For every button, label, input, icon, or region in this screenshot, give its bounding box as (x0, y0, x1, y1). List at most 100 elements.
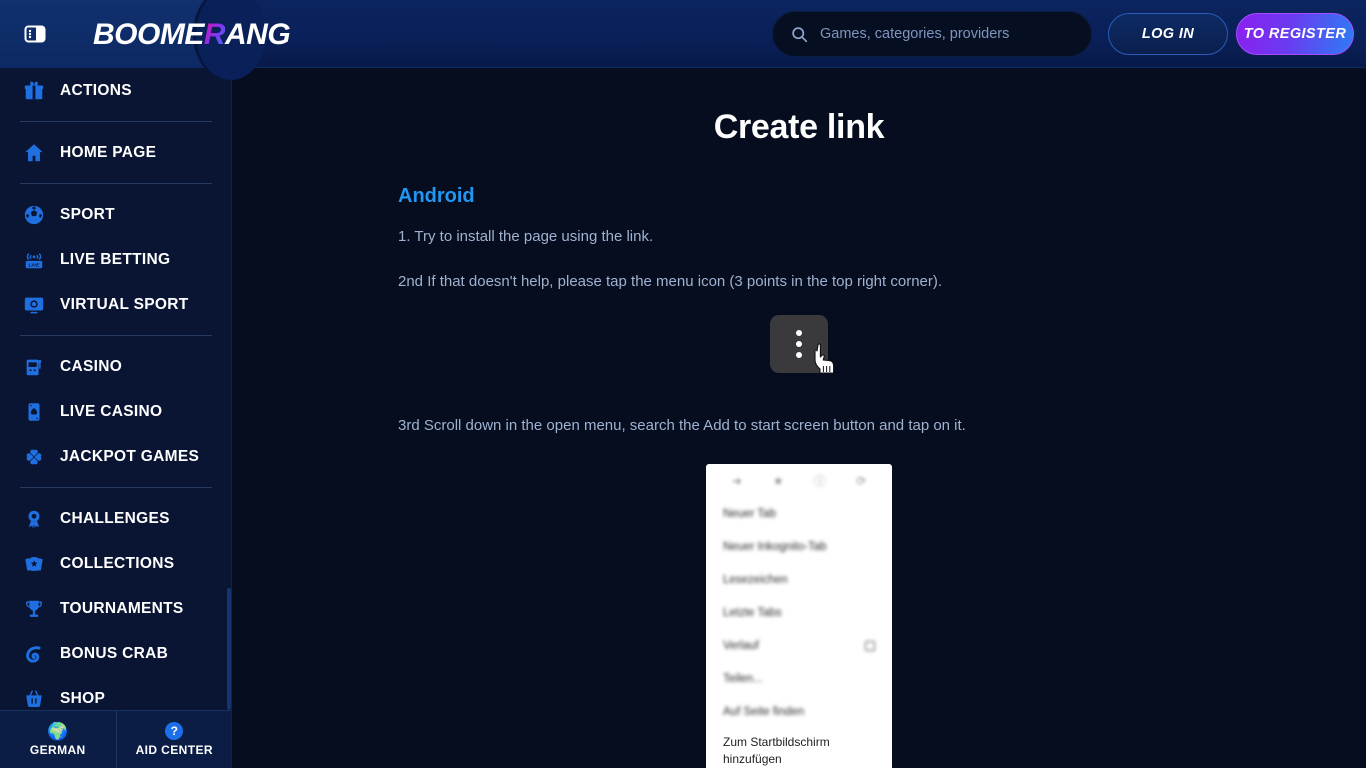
star-icon: ★ (772, 473, 784, 488)
gift-icon (22, 79, 46, 103)
sidebar-item-label: CASINO (60, 357, 123, 375)
browser-menu-item-label: Letzte Tabs (723, 607, 782, 619)
svg-text:LIVE: LIVE (29, 262, 41, 268)
sidebar-item-actions[interactable]: ACTIONS (0, 68, 231, 113)
instruction-step-1: 1. Try to install the page using the lin… (398, 228, 654, 245)
browser-menu-icon-row: ➜ ★ ⓘ ⟳ (706, 464, 892, 498)
section-title-android: Android (398, 185, 475, 207)
login-button[interactable]: LOG IN (1108, 13, 1228, 55)
brand-logo[interactable]: BOOMERANG (93, 18, 291, 52)
browser-menu-item: Neuer Inkognito-Tab (706, 531, 892, 564)
instruction-step-2: 2nd If that doesn't help, please tap the… (398, 272, 943, 290)
playing-card-icon (22, 400, 46, 424)
sidebar: ACTIONS HOME PAGE SPORT LIVE LIVE BETTING VIR… (0, 68, 232, 768)
pointing-hand-cursor-icon (810, 343, 838, 377)
sidebar-item-challenges[interactable]: CHALLENGES (0, 496, 231, 541)
sidebar-item-label: HOME PAGE (60, 143, 157, 161)
cards-stack-icon (22, 552, 46, 576)
checkbox-icon (865, 641, 875, 651)
sidebar-item-home-page[interactable]: HOME PAGE (0, 130, 231, 175)
browser-menu-item: Letzte Tabs (706, 597, 892, 630)
sidebar-item-label: BONUS CRAB (60, 644, 169, 662)
browser-menu-item-label: Lesezeichen (723, 574, 788, 586)
register-button[interactable]: TO REGISTER (1236, 13, 1354, 55)
sidebar-item-label: SHOP (60, 689, 106, 707)
sidebar-item-bonus-crab[interactable]: BONUS CRAB (0, 631, 231, 676)
sidebar-toggle-icon[interactable] (22, 21, 48, 47)
browser-menu-item-label: Neuer Inkognito-Tab (723, 541, 827, 553)
sidebar-item-virtual-sport[interactable]: VIRTUAL SPORT (0, 282, 231, 327)
three-dots-menu-illustration (770, 315, 835, 374)
browser-menu-item: Lesezeichen (706, 564, 892, 597)
search-input[interactable] (820, 26, 1073, 42)
browser-menu-item: Zum Startbildschirm hinzufügen (706, 729, 892, 768)
sidebar-item-tournaments[interactable]: TOURNAMENTS (0, 586, 231, 631)
sidebar-item-label: VIRTUAL SPORT (60, 295, 189, 313)
monitor-ball-icon (22, 293, 46, 317)
sidebar-item-label: SPORT (60, 205, 115, 223)
aid-center-label: AID CENTER (135, 743, 213, 757)
search-bar[interactable] (772, 11, 1092, 57)
sidebar-item-label: COLLECTIONS (60, 554, 175, 572)
dot-bottom (796, 352, 802, 358)
home-icon (22, 141, 46, 165)
live-signal-icon: LIVE (22, 248, 46, 272)
top-header: BOOMERANG LOG IN TO REGISTER (0, 0, 1366, 80)
basket-icon (22, 687, 46, 711)
instruction-step-3: 3rd Scroll down in the open menu, search… (398, 417, 966, 434)
sidebar-divider (20, 121, 212, 122)
sidebar-divider (20, 183, 212, 184)
main-content: Create link Android 1. Try to install th… (232, 68, 1366, 768)
search-icon (791, 26, 808, 43)
clover-icon (22, 445, 46, 469)
sidebar-item-casino[interactable]: CASINO (0, 344, 231, 389)
browser-menu-item: Verlauf (706, 630, 892, 663)
logo-text-after: ANG (225, 18, 291, 51)
browser-menu-item-label: Auf Seite finden (723, 706, 805, 718)
browser-menu-screenshot: ➜ ★ ⓘ ⟳ Neuer Tab Neuer Inkognito-Tab Lesezei… (706, 463, 892, 768)
browser-menu-item-label: Teilen... (723, 673, 763, 685)
language-label: GERMAN (29, 742, 86, 757)
dot-middle (796, 341, 802, 347)
browser-menu-item: Neuer Tab (706, 498, 892, 531)
logo-text-before: BOOME (93, 18, 204, 51)
language-selector[interactable]: 🌍 GERMAN (0, 711, 116, 768)
content-body: Android 1. Try to install the page using… (232, 185, 1366, 768)
sidebar-item-sport[interactable]: SPORT (0, 192, 231, 237)
sidebar-footer: 🌍 GERMAN ? AID CENTER (0, 710, 232, 768)
browser-menu-item-label: Verlauf (723, 640, 759, 652)
sidebar-item-label: TOURNAMENTS (60, 599, 184, 617)
sidebar-divider (20, 487, 212, 488)
crab-claw-icon (22, 642, 46, 666)
sidebar-item-label: LIVE CASINO (60, 402, 163, 420)
browser-menu-items: Neuer Tab Neuer Inkognito-Tab Lesezeichen L… (706, 498, 892, 768)
sidebar-nav-list: ACTIONS HOME PAGE SPORT LIVE LIVE BETTING VIR… (0, 68, 231, 711)
sidebar-item-jackpot-games[interactable]: JACKPOT GAMES (0, 434, 231, 479)
page-title: Create link (713, 108, 885, 146)
sidebar-item-collections[interactable]: COLLECTIONS (0, 541, 231, 586)
globe-icon: 🌍 (47, 721, 69, 741)
medal-icon (22, 507, 46, 531)
aid-center-button[interactable]: ? AID CENTER (115, 711, 232, 768)
browser-menu-item-label: Zum Startbildschirm hinzufügen (723, 735, 830, 766)
sidebar-scrollbar-thumb[interactable] (227, 588, 231, 710)
refresh-icon: ⟳ (856, 473, 867, 488)
sidebar-scrollbar[interactable] (227, 68, 231, 710)
sidebar-item-label: LIVE BETTING (60, 250, 171, 268)
app-root: BOOMERANG LOG IN TO REGISTER ACTIONS HOME… (0, 0, 1366, 768)
forward-arrow-icon: ➜ (731, 473, 742, 488)
sidebar-item-live-casino[interactable]: LIVE CASINO (0, 389, 231, 434)
sidebar-item-label: ACTIONS (60, 81, 132, 99)
browser-menu-item: Teilen... (706, 663, 892, 696)
browser-menu-item: Auf Seite finden (706, 696, 892, 729)
info-circle-icon: ⓘ (813, 474, 826, 488)
trophy-icon (22, 597, 46, 621)
logo-accent-char: R (203, 18, 226, 51)
question-mark-icon: ? (165, 722, 184, 740)
sidebar-item-live-betting[interactable]: LIVE LIVE BETTING (0, 237, 231, 282)
sidebar-divider (20, 335, 212, 336)
three-dots-vertical-icon (796, 330, 802, 336)
soccer-ball-icon (22, 203, 46, 227)
browser-menu-item-label: Neuer Tab (723, 508, 776, 520)
sidebar-item-label: JACKPOT GAMES (60, 447, 200, 465)
